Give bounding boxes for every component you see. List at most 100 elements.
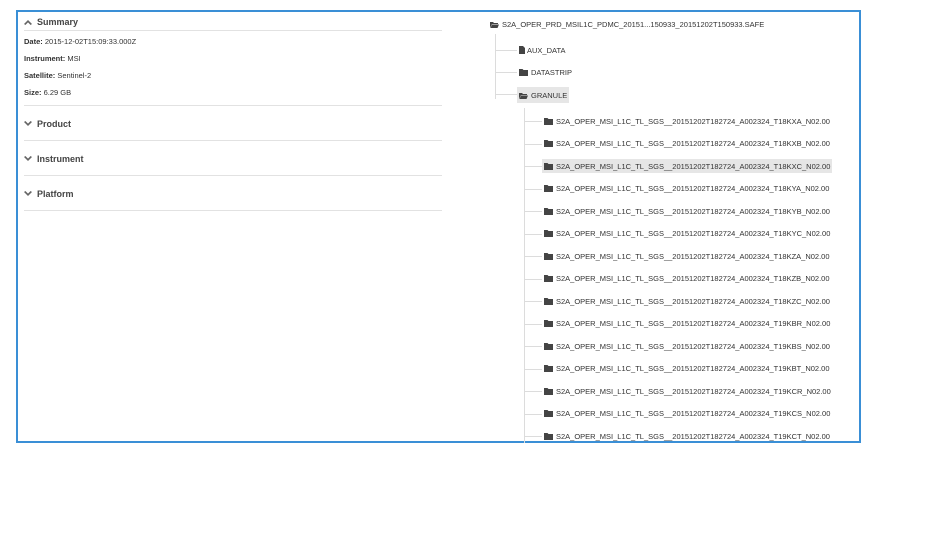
instrument-title: Instrument — [37, 154, 84, 164]
tree-line — [524, 108, 525, 443]
tree-line — [524, 368, 542, 370]
folder-open-icon — [490, 22, 499, 28]
tree-node-granule-item[interactable]: S2A_OPER_MSI_L1C_TL_SGS__20151202T182724… — [542, 114, 832, 128]
tree-line — [524, 413, 542, 415]
chevron-down-icon — [24, 121, 32, 126]
tree-line — [524, 166, 542, 167]
folder-icon — [544, 117, 553, 125]
tree-line — [524, 278, 542, 280]
summary-header[interactable]: Summary — [24, 12, 442, 31]
platform-section: Platform — [24, 176, 442, 211]
date-value: 2015-12-02T15:09:33.000Z — [44, 37, 137, 46]
tree-node-granule-item[interactable]: S2A_OPER_MSI_L1C_TL_SGS__20151202T182724… — [542, 384, 833, 398]
instrument-value: MSI — [67, 54, 81, 63]
tree-line — [524, 233, 542, 235]
tree-node-granule-item[interactable]: S2A_OPER_MSI_L1C_TL_SGS__20151202T182724… — [542, 204, 832, 218]
folder-icon — [544, 275, 553, 282]
chevron-down-icon — [24, 191, 32, 196]
folder-icon — [544, 387, 553, 395]
file-tree: S2A_OPER_PRD_MSIL1C_PDMC_20151...150933_… — [488, 12, 860, 443]
date-row: Date: 2015-12-02T15:09:33.000Z — [24, 33, 442, 50]
tree-node-datastrip[interactable]: DATASTRIP — [517, 65, 574, 79]
tree-node-granule-item[interactable]: S2A_OPER_MSI_L1C_TL_SGS__20151202T182724… — [542, 339, 832, 353]
tree-node-label: DATASTRIP — [531, 67, 572, 77]
tree-node-label: S2A_OPER_MSI_L1C_TL_SGS__20151202T182724… — [556, 296, 830, 306]
tree-root-node[interactable]: S2A_OPER_PRD_MSIL1C_PDMC_20151...150933_… — [490, 20, 764, 29]
tree-line — [495, 72, 517, 73]
tree-node-label: S2A_OPER_MSI_L1C_TL_SGS__20151202T182724… — [556, 116, 830, 126]
tree-node-label: S2A_OPER_MSI_L1C_TL_SGS__20151202T182724… — [556, 251, 830, 261]
product-section: Product — [24, 106, 442, 141]
tree-line — [524, 323, 542, 325]
size-label: Size: — [24, 88, 42, 97]
tree-node-label: S2A_OPER_MSI_L1C_TL_SGS__20151202T182724… — [556, 274, 830, 283]
tree-node-label: S2A_OPER_MSI_L1C_TL_SGS__20151202T182724… — [556, 319, 831, 328]
satellite-label: Satellite: — [24, 71, 56, 80]
product-header[interactable]: Product — [24, 106, 442, 140]
instrument-header[interactable]: Instrument — [24, 141, 442, 175]
folder-icon — [544, 140, 553, 147]
chevron-up-icon — [24, 20, 32, 25]
summary-body: Date: 2015-12-02T15:09:33.000Z Instrumen… — [24, 31, 442, 105]
tree-node-label: S2A_OPER_MSI_L1C_TL_SGS__20151202T182724… — [556, 161, 831, 171]
tree-node-granule-item[interactable]: S2A_OPER_MSI_L1C_TL_SGS__20151202T182724… — [542, 407, 832, 421]
tree-node-granule-item[interactable]: S2A_OPER_MSI_L1C_TL_SGS__20151202T182724… — [542, 272, 832, 286]
tree-node-granule-item[interactable]: S2A_OPER_MSI_L1C_TL_SGS__20151202T182724… — [542, 159, 833, 173]
metadata-accordion: Summary Date: 2015-12-02T15:09:33.000Z I… — [24, 12, 442, 211]
tree-node-label: S2A_OPER_MSI_L1C_TL_SGS__20151202T182724… — [556, 364, 830, 373]
tree-node-granule-item[interactable]: S2A_OPER_MSI_L1C_TL_SGS__20151202T182724… — [542, 137, 832, 151]
instrument-label: Instrument: — [24, 54, 66, 63]
size-row: Size: 6.29 GB — [24, 84, 442, 101]
tree-node-granule-item[interactable]: S2A_OPER_MSI_L1C_TL_SGS__20151202T182724… — [542, 317, 832, 331]
folder-icon — [544, 432, 553, 440]
tree-line — [524, 121, 542, 122]
folder-icon — [544, 410, 553, 417]
tree-node-label: S2A_OPER_MSI_L1C_TL_SGS__20151202T182724… — [556, 386, 831, 396]
platform-header[interactable]: Platform — [24, 176, 442, 210]
folder-icon — [544, 320, 553, 327]
tree-node-aux-data[interactable]: AUX_DATA — [517, 43, 567, 57]
tree-node-granule[interactable]: GRANULE — [517, 87, 570, 103]
tree-line — [524, 436, 542, 437]
tree-node-label: S2A_OPER_MSI_L1C_TL_SGS__20151202T182724… — [556, 229, 831, 238]
size-value: 6.29 GB — [43, 88, 72, 97]
instrument-row: Instrument: MSI — [24, 50, 442, 67]
tree-line — [524, 391, 542, 392]
folder-icon — [519, 68, 528, 76]
tree-node-label: S2A_OPER_MSI_L1C_TL_SGS__20151202T182724… — [556, 139, 830, 148]
tree-line — [524, 301, 542, 302]
chevron-down-icon — [24, 156, 32, 161]
tree-node-label: GRANULE — [531, 90, 568, 100]
satellite-row: Satellite: Sentinel-2 — [24, 67, 442, 84]
satellite-value: Sentinel-2 — [57, 71, 92, 80]
folder-icon — [544, 162, 553, 170]
date-label: Date: — [24, 37, 43, 46]
platform-title: Platform — [37, 189, 74, 199]
tree-line — [495, 50, 517, 51]
tree-node-label: S2A_OPER_MSI_L1C_TL_SGS__20151202T182724… — [556, 431, 830, 441]
tree-node-label: S2A_OPER_MSI_L1C_TL_SGS__20151202T182724… — [556, 206, 830, 216]
metadata-panel: Summary Date: 2015-12-02T15:09:33.000Z I… — [16, 10, 861, 443]
tree-line — [524, 211, 542, 212]
folder-open-icon — [519, 92, 528, 99]
tree-line — [495, 94, 517, 95]
tree-node-label: S2A_OPER_MSI_L1C_TL_SGS__20151202T182724… — [556, 409, 831, 418]
tree-line — [495, 34, 496, 99]
tree-node-label: S2A_OPER_MSI_L1C_TL_SGS__20151202T182724… — [556, 341, 830, 351]
folder-icon — [544, 252, 553, 260]
folder-icon — [544, 365, 553, 372]
instrument-section: Instrument — [24, 141, 442, 176]
tree-node-label: S2A_OPER_MSI_L1C_TL_SGS__20151202T182724… — [556, 184, 830, 193]
tree-root-label: S2A_OPER_PRD_MSIL1C_PDMC_20151...150933_… — [502, 20, 765, 29]
tree-line — [524, 256, 542, 257]
tree-node-granule-item[interactable]: S2A_OPER_MSI_L1C_TL_SGS__20151202T182724… — [542, 429, 832, 443]
tree-node-granule-item[interactable]: S2A_OPER_MSI_L1C_TL_SGS__20151202T182724… — [542, 294, 832, 308]
summary-section: Summary Date: 2015-12-02T15:09:33.000Z I… — [24, 12, 442, 106]
tree-line — [524, 188, 542, 190]
folder-icon — [544, 207, 553, 215]
tree-node-granule-item[interactable]: S2A_OPER_MSI_L1C_TL_SGS__20151202T182724… — [542, 182, 831, 196]
tree-line — [524, 346, 542, 347]
tree-node-granule-item[interactable]: S2A_OPER_MSI_L1C_TL_SGS__20151202T182724… — [542, 227, 832, 241]
tree-node-granule-item[interactable]: S2A_OPER_MSI_L1C_TL_SGS__20151202T182724… — [542, 362, 832, 376]
tree-node-granule-item[interactable]: S2A_OPER_MSI_L1C_TL_SGS__20151202T182724… — [542, 249, 832, 263]
